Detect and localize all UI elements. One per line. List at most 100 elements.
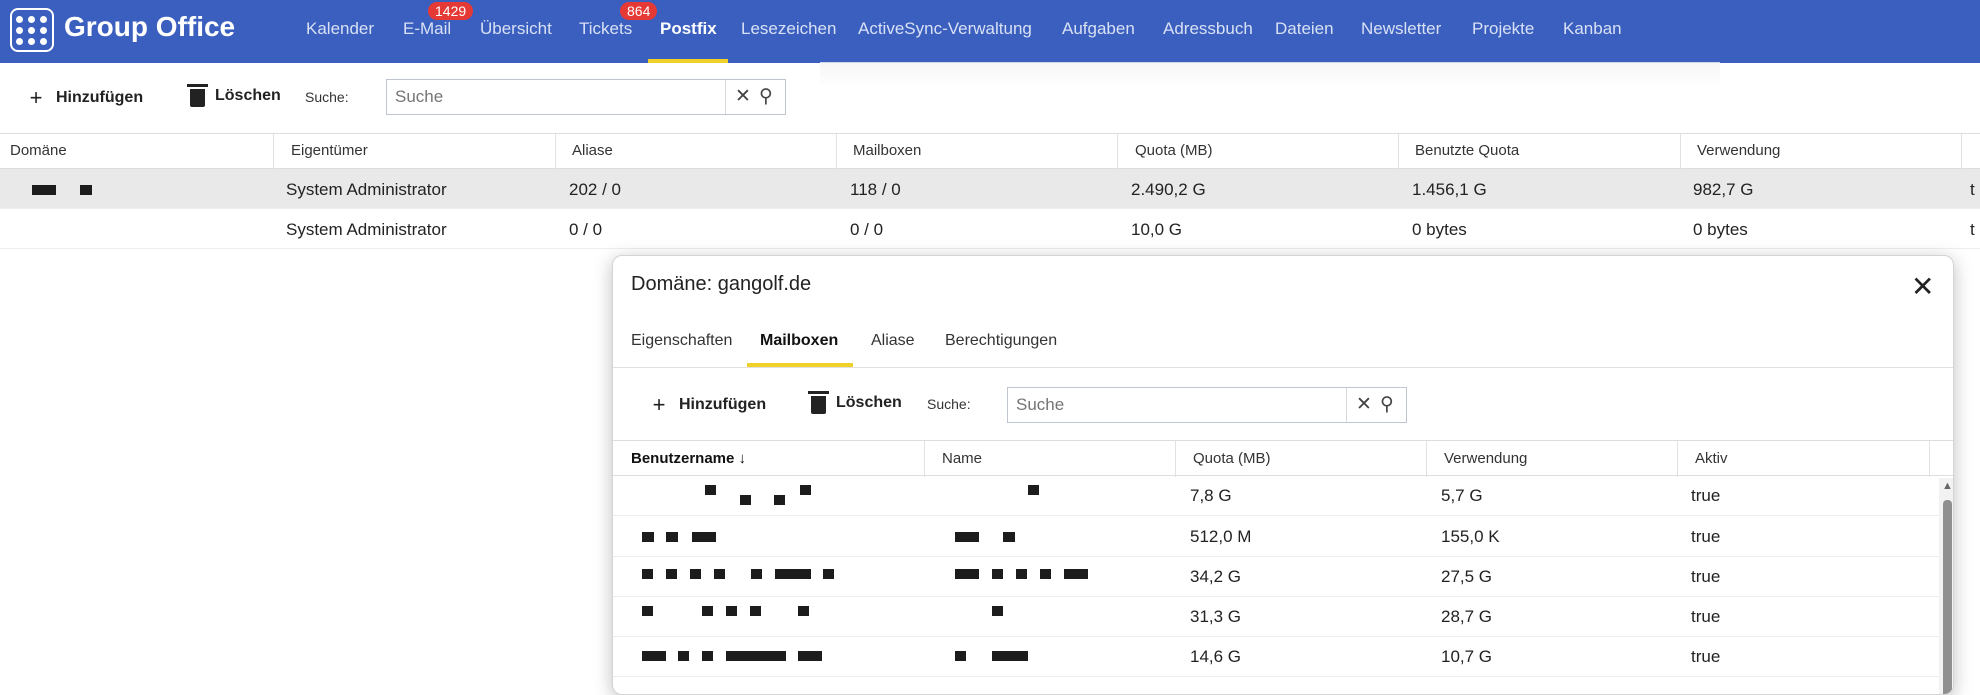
table-row[interactable]: System Administrator 202 / 0 118 / 0 2.4… (0, 169, 1980, 209)
top-navigation-bar: Group Office Kalender E-Mail 1429 Übersi… (0, 0, 1980, 63)
quota-cell: 34,2 G (1190, 567, 1242, 586)
scrollbar-thumb[interactable] (1943, 500, 1952, 694)
redacted-username (705, 485, 716, 495)
mailbox-grid-header: Benutzername ↓ Name Quota (MB) Verwendun… (613, 440, 1953, 477)
column-resize-handle[interactable] (1929, 441, 1930, 477)
table-row[interactable]: 512,0 M 155,0 K true (613, 517, 1939, 557)
column-header-domain[interactable]: Domäne (10, 142, 67, 159)
delete-button[interactable]: Löschen (187, 84, 281, 107)
redacted-username (642, 606, 653, 616)
nav-item-email[interactable]: E-Mail (403, 19, 451, 39)
used-quota-cell: 0 bytes (1412, 220, 1467, 239)
redacted-username (642, 651, 666, 661)
column-header-quota[interactable]: Quota (MB) (1135, 142, 1213, 159)
redacted-name (1016, 569, 1027, 579)
column-resize-handle[interactable] (1961, 134, 1962, 170)
nav-item-adressbuch[interactable]: Adressbuch (1163, 19, 1253, 39)
nav-item-projekte[interactable]: Projekte (1472, 19, 1534, 39)
clear-search-icon[interactable]: ✕ (1356, 393, 1372, 416)
plus-icon: + (29, 85, 43, 110)
column-resize-handle[interactable] (924, 441, 925, 477)
column-resize-handle[interactable] (1175, 441, 1176, 477)
nav-item-lesezeichen[interactable]: Lesezeichen (741, 19, 836, 39)
tab-eigenschaften[interactable]: Eigenschaften (631, 332, 732, 350)
column-resize-handle[interactable] (555, 134, 556, 170)
tickets-badge: 864 (620, 2, 658, 20)
redacted-domain (80, 185, 92, 195)
column-resize-handle[interactable] (1426, 441, 1427, 477)
aliases-cell: 202 / 0 (569, 180, 621, 199)
dialog-add-button[interactable]: + Hinzufügen (649, 392, 767, 418)
nav-item-uebersicht[interactable]: Übersicht (480, 19, 552, 39)
search-icon[interactable]: ⚲ (759, 85, 773, 108)
redacted-username (642, 532, 654, 542)
column-resize-handle[interactable] (1677, 441, 1678, 477)
delete-button-label: Löschen (215, 87, 281, 104)
column-header-usage[interactable]: Verwendung (1697, 142, 1780, 159)
dialog-search-input[interactable] (1016, 395, 1335, 415)
redacted-name (955, 532, 979, 542)
column-resize-handle[interactable] (273, 134, 274, 170)
nav-item-postfix[interactable]: Postfix (660, 19, 717, 39)
column-header-owner[interactable]: Eigentümer (291, 142, 368, 159)
redacted-username (775, 569, 811, 579)
vertical-scrollbar[interactable]: ▲ (1939, 478, 1953, 694)
app-grid-icon[interactable] (10, 8, 54, 52)
redacted-username (751, 569, 762, 579)
column-resize-handle[interactable] (1398, 134, 1399, 170)
domain-dialog: Domäne: gangolf.de ✕ Eigenschaften Mailb… (612, 255, 1954, 695)
column-resize-handle[interactable] (1680, 134, 1681, 170)
column-header-username[interactable]: Benutzername ↓ (631, 450, 746, 467)
redacted-name (955, 651, 966, 661)
nav-item-aufgaben[interactable]: Aufgaben (1062, 19, 1135, 39)
redacted-username (798, 651, 822, 661)
column-header-quota[interactable]: Quota (MB) (1193, 450, 1271, 467)
app-title[interactable]: Group Office (64, 11, 235, 43)
dialog-delete-button[interactable]: Löschen (808, 391, 902, 414)
usage-cell: 0 bytes (1693, 220, 1748, 239)
tab-berechtigungen[interactable]: Berechtigungen (945, 332, 1057, 350)
tab-aliase[interactable]: Aliase (871, 332, 915, 350)
nav-item-activesync[interactable]: ActiveSync-Verwaltung (858, 19, 1032, 39)
quota-cell: 512,0 M (1190, 527, 1252, 546)
redacted-username (692, 532, 716, 542)
table-row[interactable]: 34,2 G 27,5 G true (613, 557, 1939, 597)
column-resize-handle[interactable] (1117, 134, 1118, 170)
nav-item-tickets[interactable]: Tickets (579, 19, 632, 39)
active-cell: true (1691, 527, 1721, 546)
column-header-name[interactable]: Name (942, 450, 982, 467)
column-header-aliases[interactable]: Aliase (572, 142, 613, 159)
search-icon[interactable]: ⚲ (1380, 393, 1394, 416)
column-header-used-quota[interactable]: Benutzte Quota (1415, 142, 1519, 159)
plus-icon: + (652, 392, 666, 417)
table-row[interactable]: System Administrator 0 / 0 0 / 0 10,0 G … (0, 209, 1980, 249)
tab-mailboxen[interactable]: Mailboxen (760, 332, 838, 350)
search-box: ✕ ⚲ (386, 79, 786, 115)
redacted-name (1064, 569, 1088, 579)
add-button[interactable]: + Hinzufügen (26, 85, 144, 111)
scroll-up-arrow-icon[interactable]: ▲ (1942, 480, 1953, 492)
column-header-usage[interactable]: Verwendung (1444, 450, 1527, 467)
nav-item-newsletter[interactable]: Newsletter (1361, 19, 1441, 39)
redacted-name (1028, 485, 1039, 495)
domain-grid-header: Domäne Eigentümer Aliase Mailboxen Quota… (0, 133, 1980, 170)
table-row[interactable]: 14,6 G 10,7 G true (613, 637, 1939, 677)
column-header-active[interactable]: Aktiv (1695, 450, 1728, 467)
redacted-username (702, 651, 713, 661)
nav-item-dateien[interactable]: Dateien (1275, 19, 1334, 39)
redacted-name (992, 606, 1003, 616)
usage-cell: 5,7 G (1441, 486, 1483, 505)
column-header-mailboxes[interactable]: Mailboxen (853, 142, 921, 159)
column-resize-handle[interactable] (836, 134, 837, 170)
table-row[interactable]: 7,8 G 5,7 G true (613, 476, 1939, 516)
redacted-username (750, 606, 761, 616)
search-input[interactable] (395, 87, 714, 107)
close-icon[interactable]: ✕ (1911, 270, 1934, 303)
clear-search-icon[interactable]: ✕ (735, 85, 751, 108)
nav-item-kalender[interactable]: Kalender (306, 19, 374, 39)
table-row[interactable]: 31,3 G 28,7 G true (613, 597, 1939, 637)
nav-item-kanban[interactable]: Kanban (1563, 19, 1622, 39)
redacted-name (955, 569, 979, 579)
active-nav-indicator (648, 59, 728, 63)
used-quota-cell: 1.456,1 G (1412, 180, 1487, 199)
